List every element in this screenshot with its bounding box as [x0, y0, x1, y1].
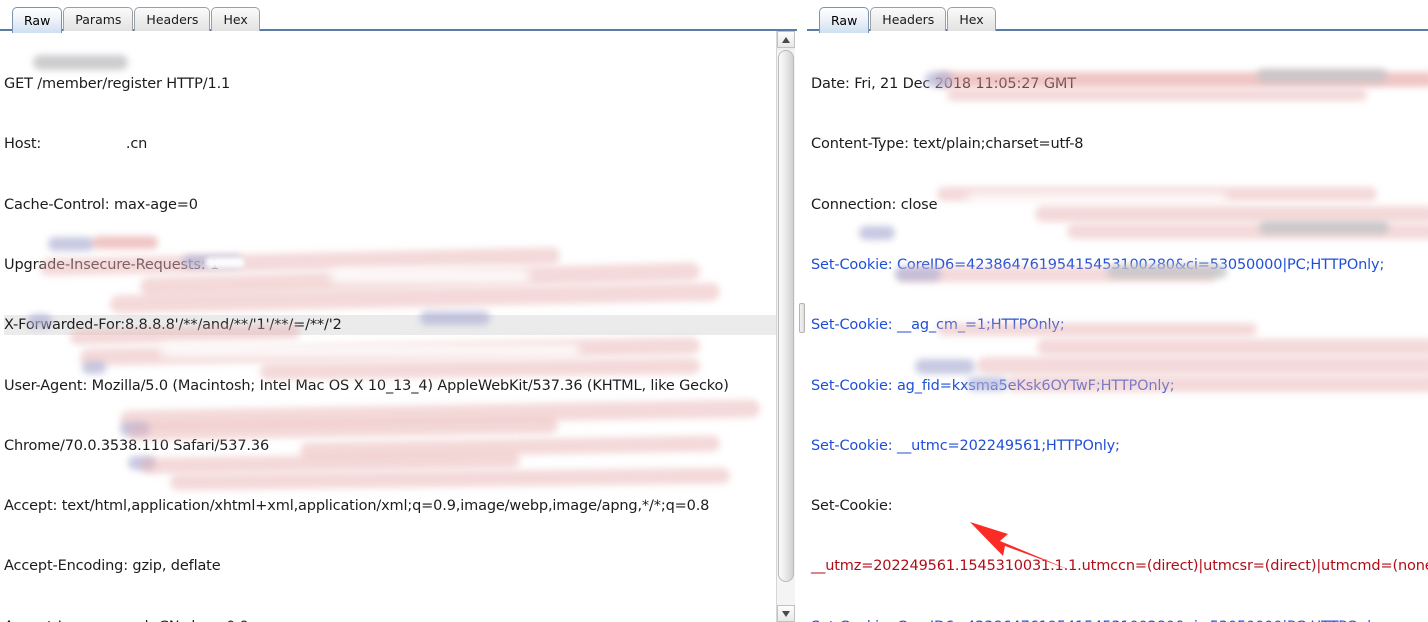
splitter-grip[interactable] — [799, 303, 805, 333]
scroll-up-arrow-icon[interactable] — [777, 31, 795, 48]
request-line: Accept-Encoding: gzip, deflate — [4, 558, 221, 575]
request-line: GET /member/register HTTP/1.1 — [4, 76, 231, 93]
response-panel: Raw Headers Hex Date: Fri, 21 Dec 2018 1… — [807, 0, 1428, 622]
response-line: Set-Cookie: — [811, 498, 893, 515]
tab-request-params[interactable]: Params — [63, 7, 134, 31]
request-panel: Raw Params Headers Hex GET /member/regis… — [0, 0, 797, 622]
response-line: Content-Type: text/plain;charset=utf-8 — [811, 136, 1084, 153]
response-setcookie-line: Set-Cookie: CoreID6=42386476195415453100… — [811, 257, 1385, 274]
panel-splitter[interactable] — [797, 0, 807, 622]
request-line: Cache-Control: max-age=0 — [4, 196, 198, 213]
response-tabbar: Raw Headers Hex — [807, 0, 1428, 33]
response-setcookie-line: Set-Cookie: __ag_cm_=1;HTTPOnly; — [811, 317, 1065, 334]
tab-request-raw[interactable]: Raw — [12, 7, 63, 33]
response-setcookie-line: Set-Cookie: __utmc=202249561;HTTPOnly; — [811, 437, 1120, 454]
response-setcookie-line: Set-Cookie: CoreID6=42386476195415453100… — [811, 617, 1428, 622]
request-line: Accept-Language: zh-CN,zh;q=0.9 — [4, 617, 784, 622]
response-setcookie-line: Set-Cookie: ag_fid=kxsma5eKsk6OYTwF;HTTP… — [811, 377, 1175, 394]
request-message-body[interactable]: GET /member/register HTTP/1.1 Host: .cn … — [0, 31, 797, 622]
tab-request-hex[interactable]: Hex — [211, 7, 260, 31]
scrollbar-thumb[interactable] — [778, 50, 794, 582]
request-vertical-scrollbar[interactable] — [776, 31, 795, 622]
response-line: Date: Fri, 21 Dec 2018 11:05:27 GMT — [811, 76, 1076, 93]
request-line: Accept: text/html,application/xhtml+xml,… — [4, 498, 710, 515]
request-message-text: GET /member/register HTTP/1.1 Host: .cn … — [4, 34, 784, 622]
tab-response-hex[interactable]: Hex — [947, 7, 996, 31]
request-line: Chrome/70.0.3538.110 Safari/537.36 — [4, 437, 270, 454]
response-setcookie-line: __utmz=202249561.1545310031.1.1.utmccn=(… — [811, 558, 1428, 575]
request-line: Upgrade-Insecure-Requests: 1 — [4, 257, 220, 274]
request-line: User-Agent: Mozilla/5.0 (Macintosh; Inte… — [4, 377, 729, 394]
request-line: Host: .cn — [4, 136, 148, 153]
tab-request-headers[interactable]: Headers — [134, 7, 211, 31]
response-message-text: Date: Fri, 21 Dec 2018 11:05:27 GMT Cont… — [811, 34, 1428, 622]
response-line: Connection: close — [811, 196, 938, 213]
tab-response-headers[interactable]: Headers — [870, 7, 947, 31]
http-viewer-window: Raw Params Headers Hex GET /member/regis… — [0, 0, 1428, 622]
tab-response-raw[interactable]: Raw — [819, 7, 870, 33]
response-message-body[interactable]: Date: Fri, 21 Dec 2018 11:05:27 GMT Cont… — [807, 31, 1428, 622]
request-tabbar: Raw Params Headers Hex — [0, 0, 797, 33]
request-line-highlighted: X-Forwarded-For:8.8.8.8'/**/and/**/'1'/*… — [4, 315, 784, 336]
scroll-down-arrow-icon[interactable] — [777, 605, 795, 622]
